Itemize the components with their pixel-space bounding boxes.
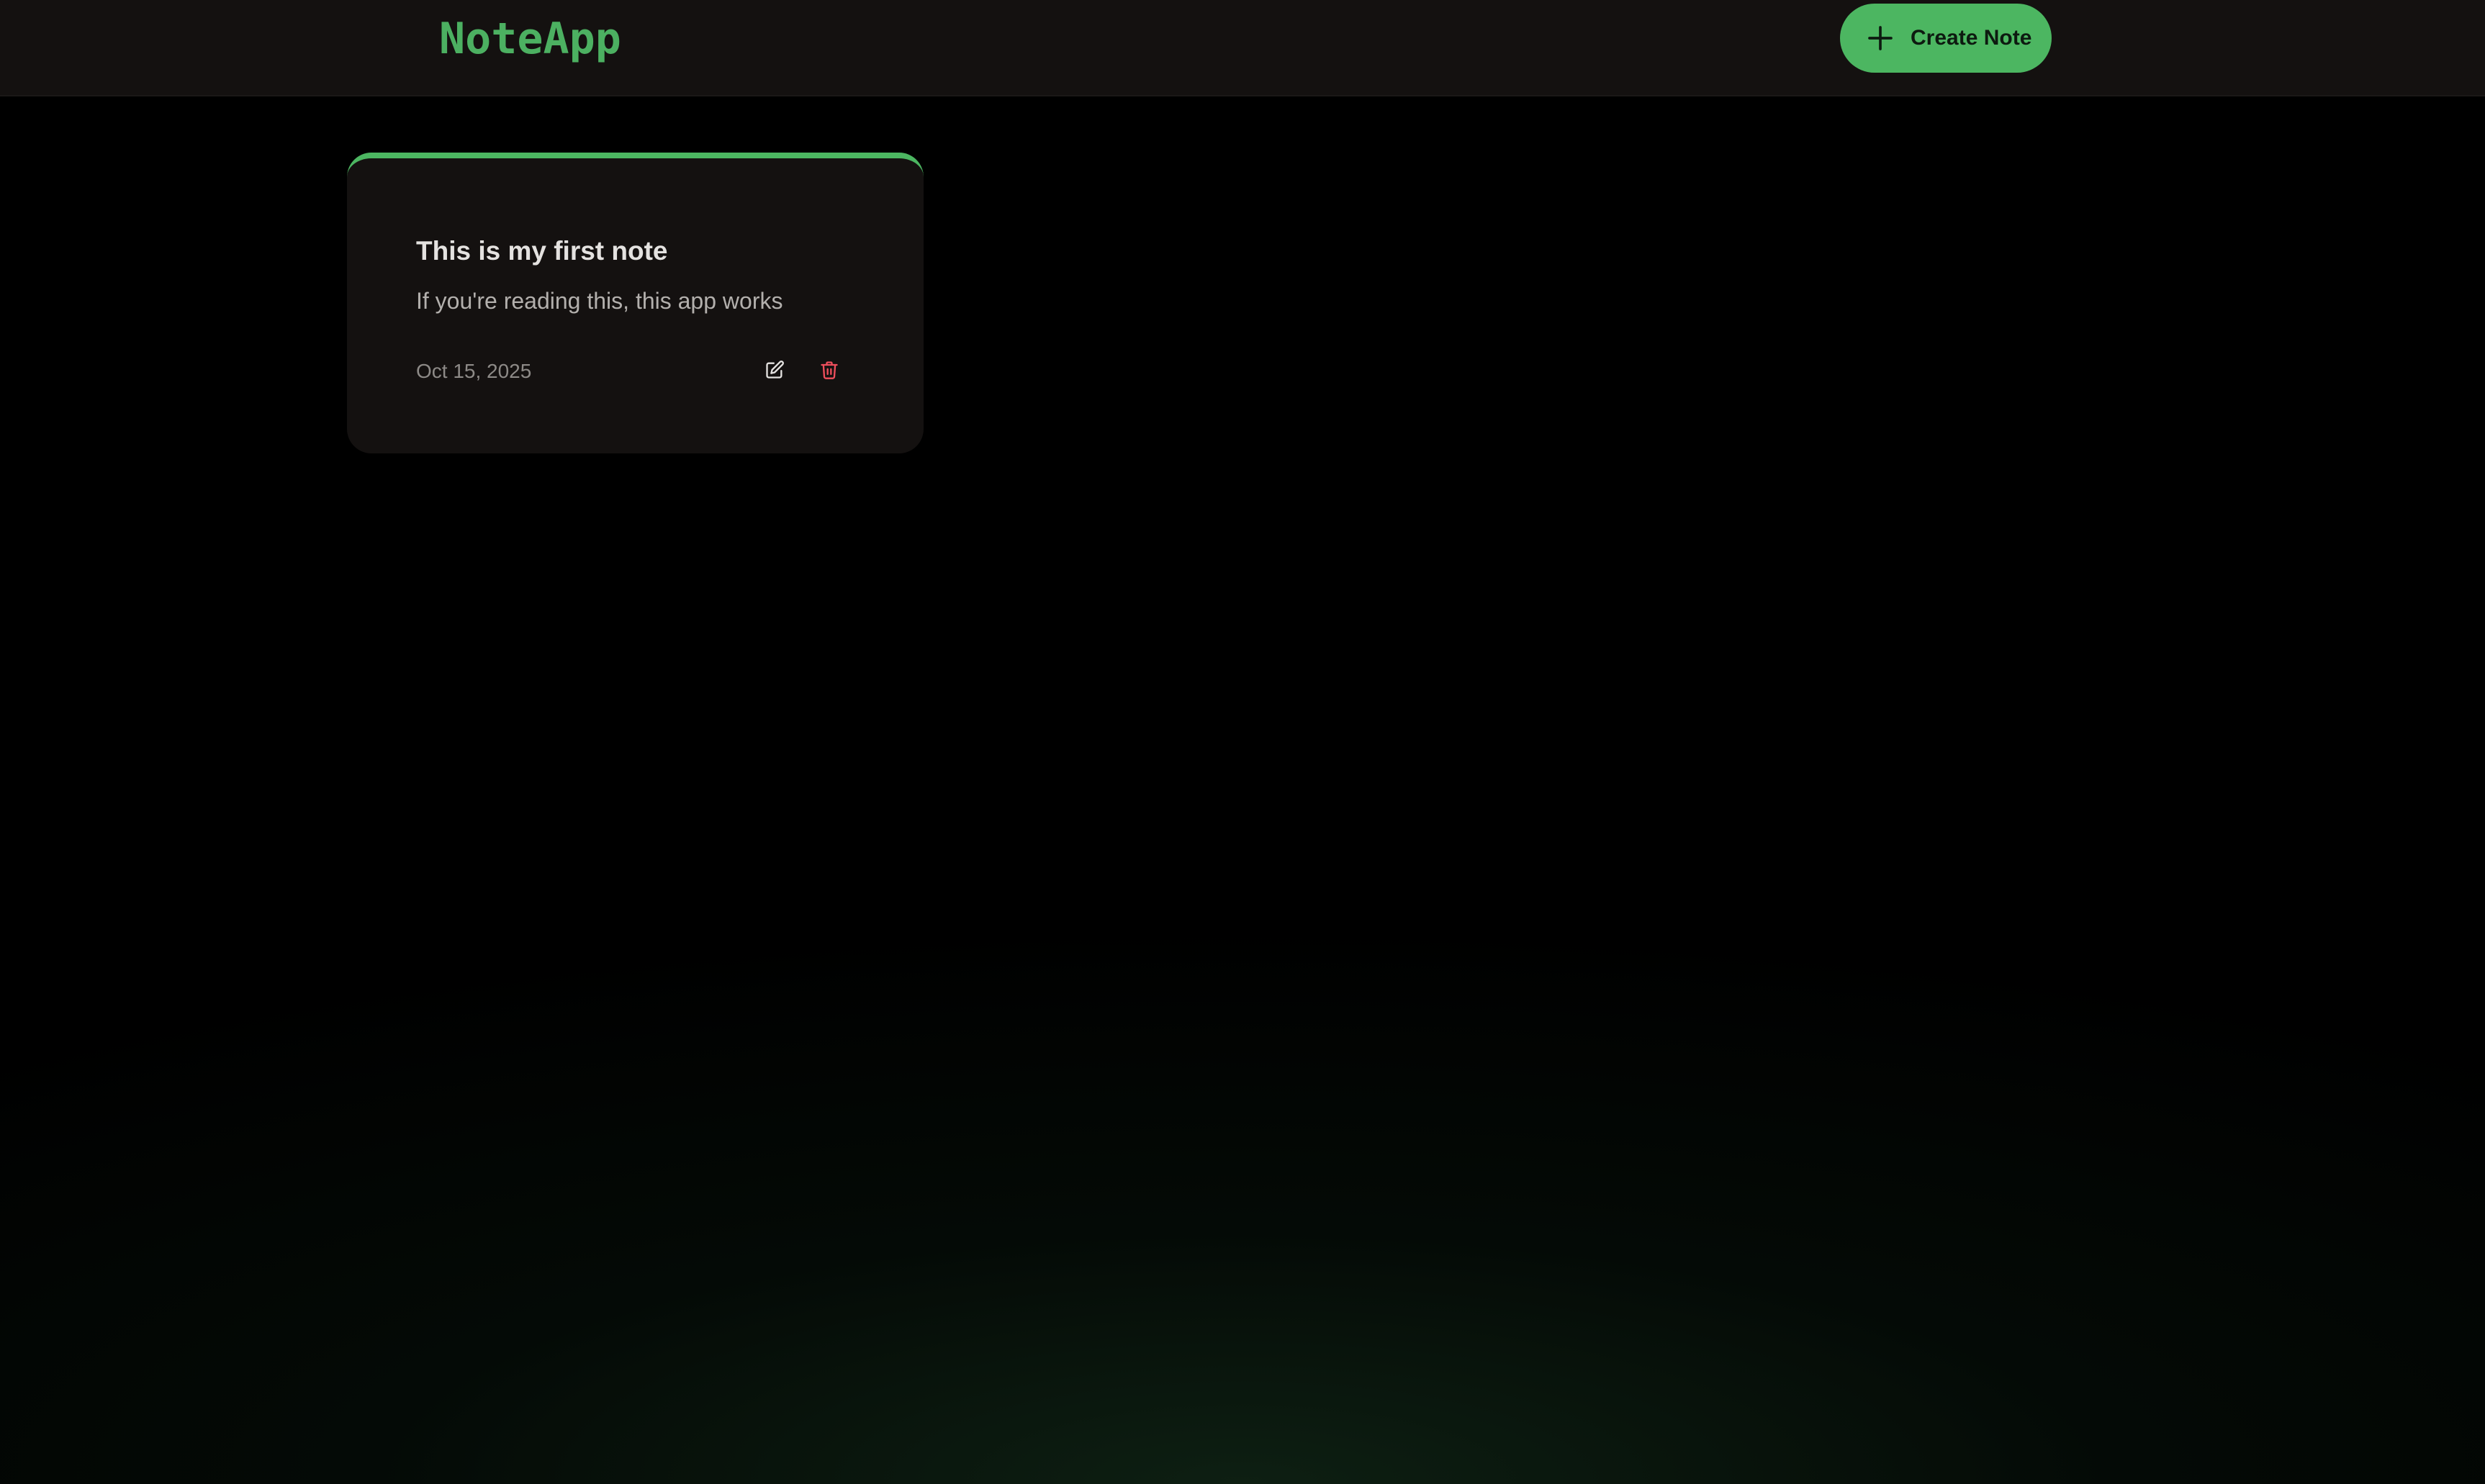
edit-note-button[interactable] [754, 350, 795, 390]
delete-note-button[interactable] [809, 350, 849, 390]
create-note-label: Create Note [1911, 26, 2032, 50]
plus-icon [1866, 24, 1895, 53]
trash-icon [821, 361, 838, 379]
note-title: This is my first note [416, 236, 668, 266]
note-date: Oct 15, 2025 [416, 360, 532, 382]
create-note-button[interactable]: Create Note [1840, 4, 2052, 73]
top-navbar: NoteApp Create Note [0, 0, 2485, 96]
edit-icon [766, 361, 784, 379]
note-card[interactable]: This is my first note If you're reading … [347, 153, 924, 453]
app-logo[interactable]: NoteApp [439, 10, 621, 68]
note-body: If you're reading this, this app works [416, 288, 783, 314]
